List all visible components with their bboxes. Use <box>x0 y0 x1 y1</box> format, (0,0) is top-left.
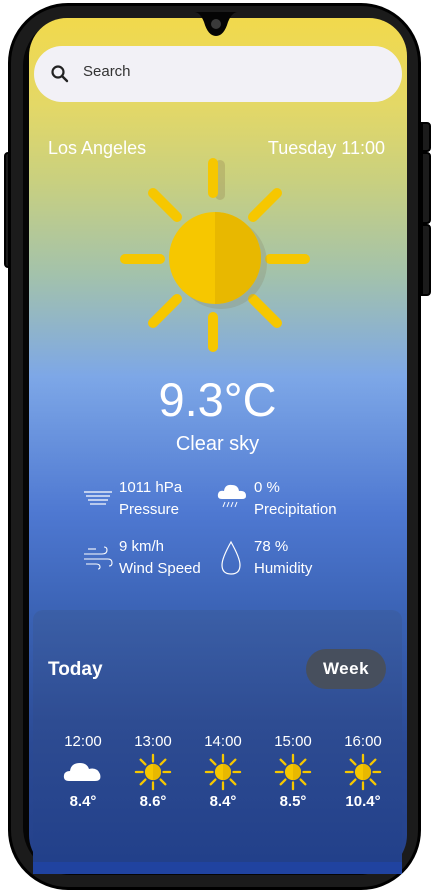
week-button[interactable]: Week <box>306 649 386 689</box>
forecast-hour: 15:00 8.5° <box>263 733 323 810</box>
rain-cloud-icon <box>217 484 246 508</box>
cloud-icon <box>63 763 101 781</box>
forecast-hour: 16:00 10.4° <box>333 733 393 810</box>
camera-notch <box>194 12 238 36</box>
sun-icon <box>134 753 172 791</box>
forecast-time: 15:00 <box>274 733 312 750</box>
weather-condition: Clear sky <box>175 433 260 455</box>
sun-icon <box>204 753 242 791</box>
current-temperature: 9.3°C <box>158 373 277 426</box>
forecast-temp: 8.4° <box>209 793 237 810</box>
pressure-label: Pressure <box>119 501 180 518</box>
search-bar[interactable]: Search <box>34 46 402 102</box>
pressure-stat: 1011 hPa Pressure <box>82 477 182 521</box>
forecast-title: Today <box>48 659 103 680</box>
wind-icon <box>84 546 113 570</box>
sun-icon <box>120 158 310 352</box>
forecast-hour: 14:00 8.4° <box>193 733 253 810</box>
precipitation-stat: 0 % Precipitation <box>216 477 337 521</box>
forecast-hour: 12:00 8.4° <box>53 733 113 810</box>
wind-value: 9 km/h <box>119 538 165 555</box>
side-button <box>421 152 431 224</box>
side-button-lower <box>421 224 431 296</box>
droplet-icon <box>221 540 241 575</box>
precipitation-value: 0 % <box>254 479 280 496</box>
humidity-label: Humidity <box>254 560 313 577</box>
forecast-temp: 8.5° <box>279 793 307 810</box>
pressure-value: 1011 hPa <box>119 479 183 496</box>
forecast-temp: 8.4° <box>69 793 97 810</box>
wind-stat: 9 km/h Wind Speed <box>82 536 201 580</box>
sun-icon <box>344 753 382 791</box>
forecast-time: 14:00 <box>204 733 242 750</box>
forecast-temp: 8.6° <box>139 793 167 810</box>
sun-icon <box>274 753 312 791</box>
humidity-value: 78 % <box>254 538 289 555</box>
search-input[interactable]: Search <box>83 63 131 80</box>
forecast-time: 13:00 <box>134 733 172 750</box>
humidity-stat: 78 % Humidity <box>220 536 312 580</box>
panel-bottom-edge <box>33 862 402 874</box>
forecast-time: 16:00 <box>344 733 382 750</box>
wind-label: Wind Speed <box>119 560 201 577</box>
forecast-hour: 13:00 8.6° <box>123 733 183 810</box>
precipitation-label: Precipitation <box>254 501 337 518</box>
search-icon <box>51 65 69 83</box>
forecast-time: 12:00 <box>64 733 102 750</box>
pressure-icon <box>84 491 112 505</box>
power-button <box>421 122 431 152</box>
forecast-temp: 10.4° <box>345 793 381 810</box>
